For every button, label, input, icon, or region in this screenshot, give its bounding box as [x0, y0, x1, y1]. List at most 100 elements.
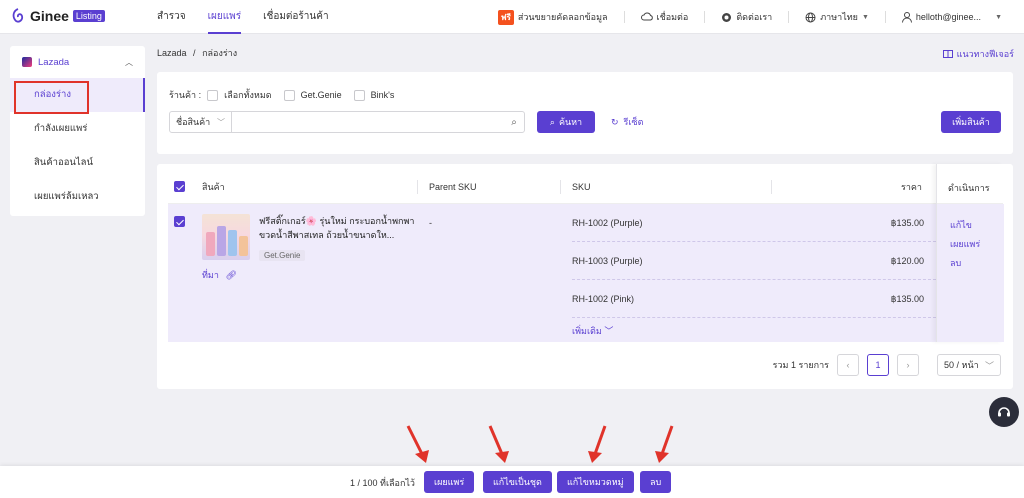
sku-value: RH-1003 (Purple) — [572, 256, 643, 266]
source-label: ที่มา — [202, 270, 219, 280]
header-actions: ดำเนินการ — [948, 183, 990, 193]
caret-down-icon: ▼ — [861, 13, 869, 21]
search-button[interactable]: ⌕ ค้นหา — [537, 111, 595, 133]
actions-cell: แก้ไข เผยแพร่ ลบ — [937, 204, 1004, 342]
selected-count: 1 / 100 ที่เลือกไว้ — [350, 478, 415, 488]
ginee-logo-icon — [12, 8, 24, 23]
publish-action[interactable]: เผยแพร่ — [950, 237, 980, 251]
breadcrumb-root[interactable]: Lazada — [157, 48, 187, 58]
table-row: ฟรีสติ๊กเกอร์🌸 รุ่นใหม่ กระบอกน้ำพกพา ขว… — [168, 204, 936, 342]
search-button-label: ค้นหา — [558, 117, 583, 127]
select-all-checkbox[interactable] — [207, 89, 219, 101]
search-icon[interactable]: ⌕ — [504, 117, 524, 128]
top-right-menu: ฟรี ส่วนขยายคัดลอกข้อมูล เชื่อมต่อ ติดต่… — [497, 0, 1002, 34]
bulk-publish-button[interactable]: เผยแพร่ — [424, 471, 475, 493]
breadcrumb-current: กล่องร่าง — [202, 48, 238, 58]
column-divider — [771, 180, 772, 194]
user-icon — [901, 11, 912, 23]
edit-category-button[interactable]: แก้ไขหมวดหมู่ — [557, 471, 634, 493]
help-chat-button[interactable] — [989, 397, 1019, 427]
annotation-arrow — [406, 425, 429, 463]
source-link[interactable]: ที่มา 🔗︎ — [202, 268, 237, 282]
page-number-button[interactable]: 1 — [867, 354, 889, 376]
user-menu[interactable]: helloth@ginee... ▼ — [901, 11, 1002, 23]
nav-publish[interactable]: เผยแพร่ — [207, 0, 242, 34]
language-select[interactable]: ภาษาไทย ▼ — [805, 10, 869, 24]
divider — [704, 11, 706, 23]
column-divider — [560, 180, 561, 194]
show-more-link[interactable]: เพิ่มเติม ﹀ — [572, 324, 613, 338]
user-email: helloth@ginee... — [915, 12, 982, 22]
prev-page-button[interactable]: ‹ — [837, 354, 859, 376]
shop-checkbox-getgenie[interactable] — [283, 89, 295, 101]
total-count: รวม 1 รายการ — [772, 360, 829, 370]
brand-logo[interactable]: Ginee Listing — [10, 8, 105, 24]
breadcrumb: Lazada / กล่องร่าง — [157, 46, 237, 60]
headset-icon — [998, 407, 1010, 417]
link-icon: 🔗︎ — [225, 270, 237, 280]
page-size-select[interactable]: 50 / หน้า ﹀ — [937, 354, 1001, 376]
sidebar-platform-header[interactable]: Lazada ︿ — [10, 46, 145, 78]
chevron-down-icon: ﹀ — [217, 117, 225, 127]
divider — [788, 11, 790, 23]
row-select-checkbox[interactable] — [174, 216, 185, 227]
reset-button[interactable]: ↻ รีเซ็ต — [611, 111, 643, 133]
annotation-arrow — [655, 425, 674, 463]
divider — [884, 11, 886, 23]
lazada-icon — [22, 57, 32, 67]
search-input[interactable] — [232, 112, 504, 132]
filter-panel: ร้านค้า : เลือกทั้งหมด Get.Genie Bink's … — [157, 72, 1013, 154]
column-divider — [417, 180, 418, 194]
bottle-shape — [228, 230, 237, 256]
product-table: สินค้า Parent SKU SKU ราคา ฟรีสติ๊กเกอร์… — [157, 164, 1013, 389]
free-badge: ฟรี — [497, 9, 514, 25]
support-icon — [722, 12, 732, 22]
bottle-shape — [206, 232, 215, 256]
nav-connect-store[interactable]: เชื่อมต่อร้านค้า — [263, 0, 328, 34]
select-all-label[interactable]: เลือกทั้งหมด — [224, 88, 271, 102]
bottle-shape — [217, 226, 226, 256]
header-select-checkbox[interactable] — [174, 181, 185, 192]
nav-explore[interactable]: สำรวจ — [157, 0, 186, 34]
price-value: ฿120.00 — [890, 256, 924, 266]
bulk-delete-button[interactable]: ลบ — [640, 471, 672, 493]
book-icon — [942, 50, 953, 58]
shop-tag: Get.Genie — [259, 250, 306, 261]
product-thumbnail[interactable] — [202, 214, 250, 260]
shop-label-getgenie[interactable]: Get.Genie — [301, 90, 342, 100]
extension-label: ส่วนขยายคัดลอกข้อมูล — [517, 12, 608, 22]
connect-label: เชื่อมต่อ — [656, 12, 689, 22]
product-title[interactable]: ฟรีสติ๊กเกอร์🌸 รุ่นใหม่ กระบอกน้ำพกพา ขว… — [259, 214, 419, 242]
globe-icon — [805, 12, 816, 22]
next-page-button[interactable]: › — [897, 354, 919, 376]
sidebar-item-failed[interactable]: เผยแพร่ล้มเหลว — [10, 180, 145, 214]
variant-divider — [572, 241, 936, 242]
sidebar-item-publishing[interactable]: กำลังเผยแพร่ — [10, 112, 145, 146]
feature-guide-label: แนวทางฟีเจอร์ — [956, 49, 1014, 59]
feature-guide-link[interactable]: แนวทางฟีเจอร์ — [942, 47, 1014, 61]
search-field-select[interactable]: ชื่อสินค้า ﹀ — [170, 112, 232, 132]
breadcrumb-separator: / — [193, 48, 196, 58]
header-product: สินค้า — [202, 182, 225, 192]
delete-action[interactable]: ลบ — [950, 256, 961, 270]
contact-label: ติดต่อเรา — [736, 12, 773, 22]
reset-button-label: รีเซ็ต — [623, 117, 644, 127]
show-more-label: เพิ่มเติม — [572, 326, 602, 336]
shop-label-binks[interactable]: Bink's — [371, 90, 395, 100]
refresh-icon: ↻ — [611, 116, 619, 127]
connect-link[interactable]: เชื่อมต่อ — [640, 10, 689, 24]
sidebar-item-online[interactable]: สินค้าออนไลน์ — [10, 146, 145, 180]
bulk-edit-button[interactable]: แก้ไขเป็นชุด — [483, 471, 552, 493]
actions-column: ดำเนินการ แก้ไข เผยแพร่ ลบ — [936, 164, 1004, 342]
highlight-annotation-box — [14, 81, 89, 114]
extension-link[interactable]: ฟรี ส่วนขยายคัดลอกข้อมูล — [497, 9, 608, 25]
table-header: สินค้า Parent SKU SKU ราคา — [168, 170, 1003, 204]
edit-action[interactable]: แก้ไข — [950, 218, 972, 232]
shop-filter: ร้านค้า : เลือกทั้งหมด Get.Genie Bink's — [169, 88, 394, 102]
chevron-up-icon: ︿ — [125, 57, 133, 67]
annotation-arrow — [588, 425, 607, 463]
contact-link[interactable]: ติดต่อเรา — [721, 10, 772, 24]
add-product-button[interactable]: เพิ่มสินค้า — [941, 111, 1001, 133]
annotation-arrow — [488, 425, 509, 463]
shop-checkbox-binks[interactable] — [353, 89, 365, 101]
